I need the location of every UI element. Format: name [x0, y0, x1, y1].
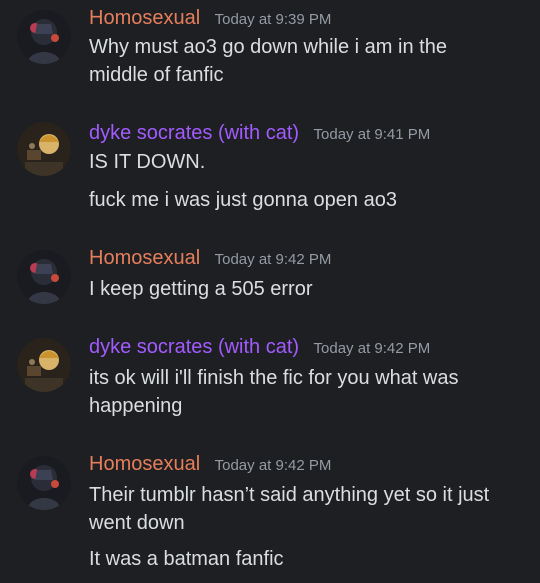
message-text: its ok will i'll finish the fic for you … — [89, 367, 459, 389]
timestamp: Today at 9:42 PM — [214, 251, 332, 268]
message-header: dyke socrates (with cat) Today at 9:41 P… — [89, 122, 430, 145]
message-header: Homosexual Today at 9:39 PM — [89, 7, 331, 30]
message-header: Homosexual Today at 9:42 PM — [89, 453, 331, 476]
message-text: Why must ao3 go down while i am in the — [89, 36, 447, 58]
message-text: Their tumblr hasn’t said anything yet so… — [89, 484, 490, 506]
avatar-dyke-socrates[interactable] — [17, 338, 71, 392]
username[interactable]: dyke socrates (with cat) — [89, 336, 299, 358]
avatar-homosexual[interactable] — [17, 250, 71, 304]
message-text: fuck me i was just gonna open ao3 — [89, 189, 397, 211]
username[interactable]: Homosexual — [89, 247, 200, 269]
avatar-homosexual[interactable] — [17, 10, 71, 64]
message-text: happening — [89, 395, 183, 417]
message-text: It was a batman fanfic — [89, 548, 284, 570]
message-header: Homosexual Today at 9:42 PM — [89, 247, 331, 270]
timestamp: Today at 9:41 PM — [313, 126, 431, 143]
username[interactable]: Homosexual — [89, 7, 200, 29]
message-text: went down — [89, 512, 185, 534]
timestamp: Today at 9:42 PM — [214, 457, 332, 474]
message-text: middle of fanfic — [89, 64, 224, 86]
username[interactable]: Homosexual — [89, 453, 200, 475]
username[interactable]: dyke socrates (with cat) — [89, 122, 299, 144]
avatar-dyke-socrates[interactable] — [17, 122, 71, 176]
timestamp: Today at 9:42 PM — [313, 340, 431, 357]
avatar-homosexual[interactable] — [17, 456, 71, 510]
message-text: IS IT DOWN. — [89, 151, 206, 173]
chat-log: Homosexual Today at 9:39 PM Why must ao3… — [0, 0, 540, 583]
message-text: I keep getting a 505 error — [89, 278, 313, 300]
message-header: dyke socrates (with cat) Today at 9:42 P… — [89, 336, 430, 359]
timestamp: Today at 9:39 PM — [214, 11, 332, 28]
